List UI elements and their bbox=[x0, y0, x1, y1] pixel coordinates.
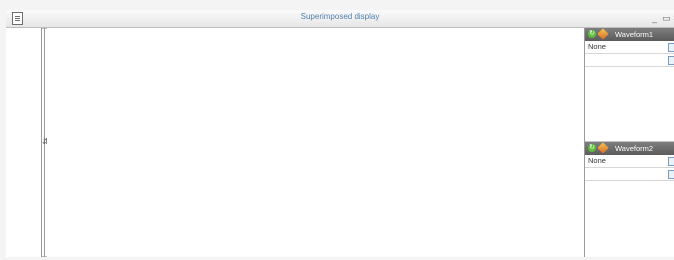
waveform2-name: Waveform2 bbox=[615, 144, 654, 153]
waveform-side-panel: ↻ Waveform1 None ↻ Waveform2 None bbox=[584, 28, 674, 257]
waveform2-value: None bbox=[588, 156, 606, 165]
left-panel bbox=[6, 28, 45, 257]
maximize-button[interactable]: ▭ bbox=[662, 13, 671, 23]
window-titlebar: Superimposed display _ ▭ × bbox=[6, 10, 674, 28]
waveform1-option-row[interactable] bbox=[585, 54, 674, 67]
waveform2-option-row[interactable] bbox=[585, 168, 674, 181]
edit-icon[interactable] bbox=[597, 28, 609, 40]
superimposed-plot-area[interactable] bbox=[47, 28, 584, 257]
waveform1-value: None bbox=[588, 42, 606, 51]
minimize-button[interactable]: _ bbox=[652, 13, 657, 23]
waveform1-option-button[interactable] bbox=[668, 56, 674, 65]
window-title: Superimposed display bbox=[300, 12, 380, 21]
waveform2-select[interactable]: None bbox=[585, 155, 674, 168]
waveform2-option-button[interactable] bbox=[668, 170, 674, 179]
refresh-icon[interactable]: ↻ bbox=[588, 144, 596, 152]
waveform1-panel: ↻ Waveform1 None bbox=[585, 28, 674, 140]
waveform1-select-button[interactable] bbox=[668, 43, 674, 52]
waveform2-header: ↻ Waveform2 bbox=[585, 142, 674, 155]
waveform1-name: Waveform1 bbox=[615, 30, 654, 39]
waveform2-panel: ↻ Waveform2 None bbox=[585, 141, 674, 258]
waveform1-header: ↻ Waveform1 bbox=[585, 28, 674, 41]
waveform2-select-button[interactable] bbox=[668, 157, 674, 166]
edit-icon[interactable] bbox=[597, 142, 609, 154]
refresh-icon[interactable]: ↻ bbox=[588, 30, 596, 38]
waveform1-select[interactable]: None bbox=[585, 41, 674, 54]
